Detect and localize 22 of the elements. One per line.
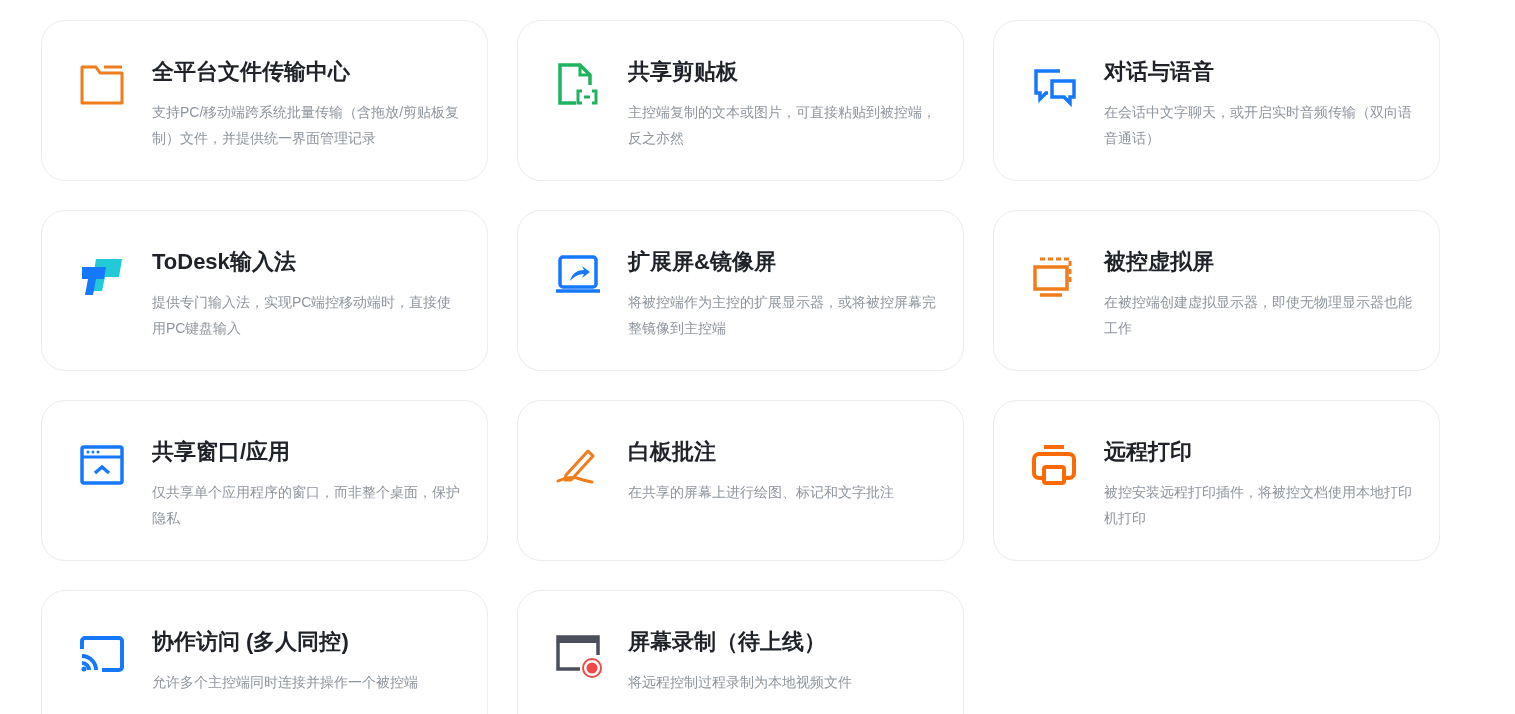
feature-description: 将被控端作为主控的扩展显示器，或将被控屏幕完整镜像到主控端	[628, 293, 937, 338]
feature-description: 在会话中文字聊天，或开启实时音频传输（双向语音通话）	[1104, 103, 1413, 148]
feature-title: 共享剪贴板	[628, 58, 739, 86]
feature-description: 将远程控制过程录制为本地视频文件	[628, 673, 853, 692]
feature-description: 在共享的屏幕上进行绘图、标记和文字批注	[628, 483, 895, 502]
feature-title: 全平台文件传输中心	[152, 58, 351, 86]
feature-title: 共享窗口/应用	[152, 438, 292, 466]
feature-title: 协作访问 (多人同控)	[152, 628, 350, 656]
feature-description: 仅共享单个应用程序的窗口，而非整个桌面，保护隐私	[152, 483, 461, 528]
feature-title: ToDesk输入法	[152, 248, 297, 276]
feature-title: 被控虚拟屏	[1104, 248, 1215, 276]
feature-title: 远程打印	[1104, 438, 1193, 466]
feature-description: 允许多个主控端同时连接并操作一个被控端	[152, 673, 419, 692]
feature-title: 屏幕录制（待上线）	[628, 628, 827, 656]
feature-description: 在被控端创建虚拟显示器，即使无物理显示器也能工作	[1104, 293, 1413, 338]
feature-description: 提供专门输入法，实现PC端控移动端时，直接使用PC键盘输入	[152, 293, 453, 338]
feature-description: 支持PC/移动端跨系统批量传输（含拖放/剪贴板复制）文件，并提供统一界面管理记录	[152, 103, 461, 148]
feature-title: 扩展屏&镜像屏	[628, 248, 777, 276]
feature-description: 主控端复制的文本或图片，可直接粘贴到被控端，反之亦然	[628, 103, 937, 148]
feature-description: 被控安装远程打印插件，将被控文档使用本地打印机打印	[1104, 483, 1413, 528]
feature-title: 对话与语音	[1104, 58, 1215, 86]
feature-title: 白板批注	[628, 438, 717, 466]
